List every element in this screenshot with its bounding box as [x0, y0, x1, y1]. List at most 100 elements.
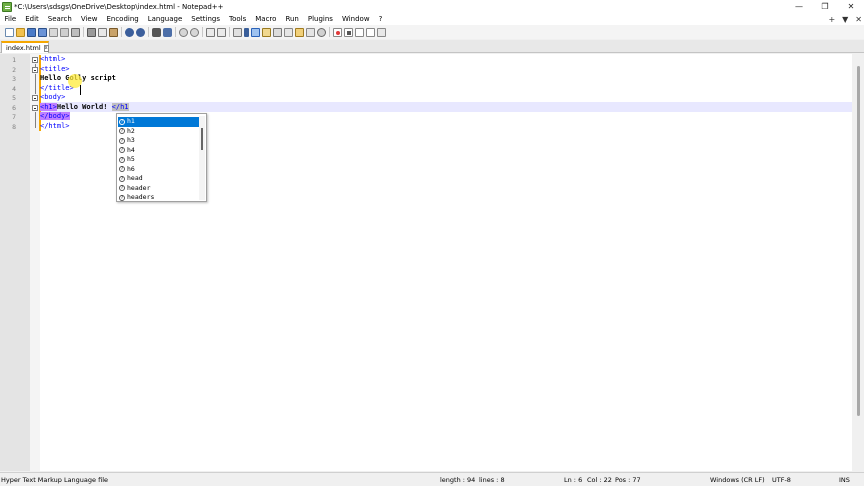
autocomplete-item[interactable]: ? head	[118, 174, 200, 184]
tab-list-dropdown[interactable]: ▼	[842, 15, 848, 24]
monitoring-icon[interactable]	[295, 27, 304, 37]
menu-macro[interactable]: Macro	[251, 15, 281, 23]
line-number: 1	[12, 56, 16, 64]
suggestion-icon: ?	[119, 118, 125, 125]
menu-search[interactable]: Search	[43, 15, 76, 23]
menu-language[interactable]: Language	[143, 15, 187, 23]
autocomplete-scrollbar[interactable]	[199, 116, 205, 200]
menu-view[interactable]: View	[76, 15, 102, 23]
menu-encoding[interactable]: Encoding	[102, 15, 143, 23]
status-language: Hyper Text Markup Language file	[1, 476, 108, 484]
fold-toggle-icon[interactable]	[32, 57, 38, 63]
autocomplete-item[interactable]: ? h2	[118, 127, 200, 137]
replace-icon[interactable]	[163, 27, 172, 37]
play-multiple-icon[interactable]	[366, 27, 375, 37]
suggestion-icon: ?	[119, 185, 125, 192]
autocomplete-item-label: head	[127, 174, 143, 182]
undo-icon[interactable]	[125, 27, 134, 37]
status-eol[interactable]: Windows (CR LF)	[710, 476, 765, 484]
record-macro-icon[interactable]	[333, 27, 342, 37]
tab-label: index.html	[6, 44, 41, 52]
menu-window[interactable]: Window	[337, 15, 374, 23]
status-column: Col : 22	[587, 476, 612, 484]
close-icon[interactable]	[49, 27, 58, 37]
copy-icon[interactable]	[98, 27, 107, 37]
status-bar: Hyper Text Markup Language file length :…	[0, 472, 864, 486]
autocomplete-scroll-thumb[interactable]	[201, 128, 203, 150]
doc-map-icon[interactable]	[262, 27, 271, 37]
toolbar-separator	[83, 27, 84, 37]
project-panel-icon[interactable]	[306, 27, 315, 37]
sync-vertical-icon[interactable]	[206, 27, 215, 37]
autocomplete-item[interactable]: ? h6	[118, 165, 200, 175]
scrollbar-thumb[interactable]	[857, 66, 860, 416]
close-all-icon[interactable]	[60, 27, 69, 37]
matched-tag-token: <h1>	[40, 102, 57, 111]
play-macro-icon[interactable]	[355, 27, 364, 37]
paste-icon[interactable]	[109, 27, 118, 37]
menu-edit[interactable]: Edit	[21, 15, 44, 23]
save-macro-icon[interactable]	[377, 27, 386, 37]
print-icon[interactable]	[71, 27, 80, 37]
tag-token: </html>	[40, 121, 70, 130]
open-file-icon[interactable]	[16, 27, 25, 37]
redo-icon[interactable]	[136, 27, 145, 37]
zoom-out-icon[interactable]	[190, 27, 199, 37]
new-tab-button[interactable]: +	[828, 15, 835, 24]
autocomplete-item-label: h5	[127, 155, 135, 163]
tab-close-button[interactable]: x	[43, 44, 49, 52]
word-wrap-icon[interactable]	[233, 27, 242, 37]
suggestion-icon: ?	[119, 175, 125, 182]
notepadpp-icon	[2, 1, 12, 12]
toolbar	[0, 25, 864, 39]
save-all-icon[interactable]	[38, 27, 47, 37]
find-icon[interactable]	[152, 27, 161, 37]
stop-record-icon[interactable]	[344, 27, 353, 37]
fold-toggle-icon[interactable]	[32, 104, 38, 111]
minimize-button[interactable]: —	[786, 0, 812, 13]
tag-token: <title>	[40, 64, 70, 73]
close-window-button[interactable]: ✕	[838, 0, 864, 13]
menu-run[interactable]: Run	[281, 15, 303, 23]
maximize-button[interactable]: ❐	[812, 0, 838, 13]
autocomplete-item[interactable]: ? h3	[118, 136, 200, 146]
menu-bar: File Edit Search View Encoding Language …	[0, 13, 864, 25]
autocomplete-item[interactable]: ? headers	[118, 193, 200, 203]
autocomplete-item[interactable]: ? h5	[118, 155, 200, 165]
autocomplete-item[interactable]: ? h4	[118, 146, 200, 156]
save-icon[interactable]	[27, 27, 36, 37]
indent-guide-icon[interactable]	[251, 27, 260, 37]
new-file-icon[interactable]	[5, 27, 14, 37]
show-all-chars-icon[interactable]	[244, 27, 249, 37]
autocomplete-popup[interactable]: ? h1 ? h2 ? h3 ? h4 ? h5 ? h6 ? head ? header ? h…	[116, 113, 207, 202]
zoom-in-icon[interactable]	[179, 27, 188, 37]
folder-workspace-icon[interactable]	[284, 27, 293, 37]
fold-toggle-icon[interactable]	[32, 95, 38, 101]
fold-line	[35, 111, 36, 128]
status-insert-mode[interactable]: INS	[839, 476, 850, 484]
autocomplete-item[interactable]: ? header	[118, 184, 200, 194]
menu-settings[interactable]: Settings	[187, 15, 225, 23]
toolbar-separator	[202, 27, 203, 37]
function-list-icon[interactable]	[273, 27, 282, 37]
vertical-scrollbar[interactable]	[852, 54, 864, 471]
toolbar-separator	[148, 27, 149, 37]
menu-file[interactable]: File	[0, 15, 21, 23]
suggestion-icon: ?	[119, 194, 125, 201]
fold-toggle-icon[interactable]	[32, 66, 38, 73]
view-panel-icon[interactable]	[317, 27, 326, 37]
status-encoding[interactable]: UTF-8	[772, 476, 791, 484]
tab-index-html[interactable]: index.html x	[1, 41, 49, 53]
menu-help[interactable]: ?	[374, 15, 387, 23]
cut-icon[interactable]	[87, 27, 96, 37]
autocomplete-item[interactable]: ? h1	[118, 117, 200, 127]
sync-horizontal-icon[interactable]	[217, 27, 226, 37]
menu-tools[interactable]: Tools	[225, 15, 251, 23]
menu-plugins[interactable]: Plugins	[303, 15, 337, 23]
code-line: <html>	[40, 55, 65, 65]
text-cursor-icon	[80, 85, 81, 95]
selected-tag-token: </h1	[111, 102, 129, 111]
status-line-number: Ln : 6	[564, 476, 583, 484]
close-document-button[interactable]: ✕	[855, 15, 862, 24]
suggestion-icon: ?	[119, 128, 125, 135]
